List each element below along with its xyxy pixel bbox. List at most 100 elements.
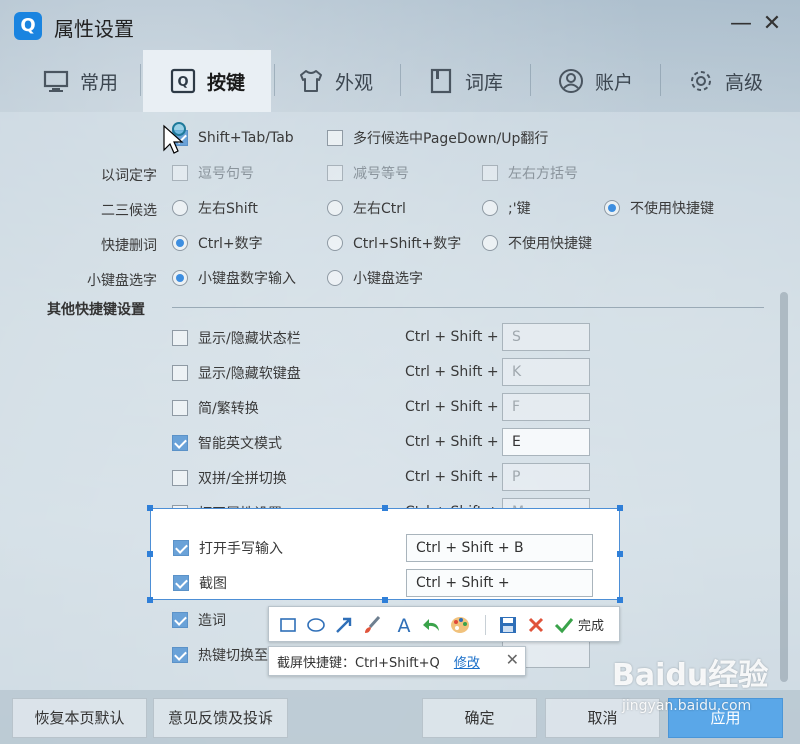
rectangle-tool-icon[interactable] bbox=[277, 614, 299, 636]
gear-icon bbox=[690, 71, 711, 91]
confirm-icon[interactable] bbox=[553, 614, 575, 636]
tab-appearance[interactable]: 外观 bbox=[280, 50, 390, 112]
screenshot-toolbar: A 完成 bbox=[268, 606, 620, 642]
hotkey-row-switch-to[interactable]: 热键切换至 bbox=[172, 644, 268, 666]
ctrl-num-radio[interactable] bbox=[172, 235, 188, 251]
resize-handle[interactable] bbox=[617, 505, 623, 511]
hotkey-row-statusbar[interactable]: 显示/隐藏状态栏 bbox=[172, 327, 301, 349]
quick-delete-option-none[interactable]: 不使用快捷键 bbox=[482, 232, 592, 254]
tip-text: 截屏快捷键：Ctrl+Shift+Q bbox=[277, 656, 440, 671]
hotkey-row-make-word[interactable]: 造词 bbox=[172, 609, 226, 631]
keypad-number-label: 小键盘数字输入 bbox=[198, 271, 296, 287]
quick-delete-none-radio[interactable] bbox=[482, 235, 498, 251]
cancel-icon[interactable] bbox=[525, 614, 547, 636]
quick-delete-option-ctrl-shift-num[interactable]: Ctrl+Shift+数字 bbox=[327, 232, 461, 254]
simp-trad-checkbox[interactable] bbox=[172, 400, 188, 416]
tab-account[interactable]: 账户 bbox=[540, 50, 650, 112]
keypad-number-radio[interactable] bbox=[172, 270, 188, 286]
resize-handle[interactable] bbox=[382, 597, 388, 603]
ctrl-shift-num-label: Ctrl+Shift+数字 bbox=[353, 236, 462, 252]
softkeyboard-key-input[interactable]: K bbox=[502, 358, 590, 386]
hotkey-row-softkeyboard[interactable]: 显示/隐藏软键盘 bbox=[172, 362, 301, 384]
hotkey-row-screenshot[interactable]: 截图 bbox=[173, 572, 227, 594]
ctrl-shift-num-radio[interactable] bbox=[327, 235, 343, 251]
resize-handle[interactable] bbox=[617, 597, 623, 603]
shuangpin-key-input[interactable]: P bbox=[502, 463, 590, 491]
no-hotkey-label: 不使用快捷键 bbox=[630, 201, 714, 217]
tab-appearance-label: 外观 bbox=[334, 71, 373, 94]
keys-settings-panel: Shift+Tab/Tab 多行候选中PageDown/Up翻行 以词定字 逗号… bbox=[0, 112, 800, 690]
palette-icon[interactable] bbox=[449, 614, 471, 636]
tab-advanced[interactable]: 高级 bbox=[670, 50, 780, 112]
scrollbar[interactable] bbox=[780, 122, 788, 682]
screenshot-selection[interactable]: 打开手写输入 Ctrl + Shift + B 截图 Ctrl + Shift … bbox=[150, 508, 620, 600]
watermark-logo: Baidu经验 bbox=[612, 658, 769, 693]
handwriting-key-input[interactable]: Ctrl + Shift + B bbox=[406, 534, 593, 562]
handwriting-checkbox[interactable] bbox=[173, 540, 189, 556]
monitor-icon bbox=[43, 70, 69, 92]
softkeyboard-label: 显示/隐藏软键盘 bbox=[198, 366, 301, 382]
lr-shift-radio[interactable] bbox=[172, 200, 188, 216]
modify-link[interactable]: 修改 bbox=[454, 656, 480, 671]
tab-account-label: 账户 bbox=[594, 71, 633, 94]
make-word-checkbox[interactable] bbox=[172, 612, 188, 628]
comma-period-label: 逗号句号 bbox=[198, 166, 254, 182]
tip-close-icon[interactable]: ✕ bbox=[506, 650, 519, 669]
tab-keys[interactable]: Q 按键 bbox=[143, 50, 271, 112]
scrollbar-thumb[interactable] bbox=[780, 292, 788, 682]
keypad-option-select[interactable]: 小键盘选字 bbox=[327, 267, 423, 289]
feedback-button[interactable]: 意见反馈及投诉 bbox=[153, 698, 288, 738]
bracket-checkbox bbox=[482, 165, 498, 181]
smart-english-key-input[interactable]: E bbox=[502, 428, 590, 456]
other-hotkeys-title: 其他快捷键设置 bbox=[47, 302, 145, 318]
second-third-option-semicolon[interactable]: ;'键 bbox=[482, 197, 531, 219]
shuangpin-label: 双拼/全拼切换 bbox=[198, 471, 287, 487]
ok-button[interactable]: 确定 bbox=[422, 698, 537, 738]
restore-defaults-button[interactable]: 恢复本页默认 bbox=[12, 698, 147, 738]
hotkey-row-handwriting[interactable]: 打开手写输入 bbox=[173, 537, 283, 559]
second-third-option-ctrl[interactable]: 左右Ctrl bbox=[327, 197, 406, 219]
tab-common[interactable]: 常用 bbox=[20, 50, 140, 112]
tab-dictionary[interactable]: 词库 bbox=[410, 50, 520, 112]
lr-ctrl-radio[interactable] bbox=[327, 200, 343, 216]
resize-handle[interactable] bbox=[382, 505, 388, 511]
brush-tool-icon[interactable] bbox=[361, 614, 383, 636]
text-tool-icon[interactable]: A bbox=[393, 614, 415, 636]
minimize-button[interactable]: — bbox=[727, 10, 755, 38]
screenshot-label: 截图 bbox=[199, 576, 227, 592]
hotkey-row-shuangpin[interactable]: 双拼/全拼切换 bbox=[172, 467, 287, 489]
keypad-option-number-input[interactable]: 小键盘数字输入 bbox=[172, 267, 296, 289]
save-icon[interactable] bbox=[497, 614, 519, 636]
hotkey-row-smart-english[interactable]: 智能英文模式 bbox=[172, 432, 282, 454]
resize-handle[interactable] bbox=[147, 597, 153, 603]
multi-page-option[interactable]: 多行候选中PageDown/Up翻行 bbox=[327, 127, 548, 149]
hotkey-row-simp-trad[interactable]: 简/繁转换 bbox=[172, 397, 259, 419]
smart-english-checkbox[interactable] bbox=[172, 435, 188, 451]
switch-to-checkbox[interactable] bbox=[172, 647, 188, 663]
shuangpin-checkbox[interactable] bbox=[172, 470, 188, 486]
resize-handle[interactable] bbox=[147, 505, 153, 511]
ellipse-tool-icon[interactable] bbox=[305, 614, 327, 636]
simp-trad-label: 简/繁转换 bbox=[198, 401, 259, 417]
undo-icon[interactable] bbox=[421, 614, 443, 636]
quick-delete-option-ctrl-num[interactable]: Ctrl+数字 bbox=[172, 232, 263, 254]
close-button[interactable]: ✕ bbox=[758, 10, 786, 38]
done-button[interactable]: 完成 bbox=[578, 615, 604, 634]
multi-page-checkbox[interactable] bbox=[327, 130, 343, 146]
statusbar-key-input[interactable]: S bbox=[502, 323, 590, 351]
second-third-option-shift[interactable]: 左右Shift bbox=[172, 197, 258, 219]
softkeyboard-checkbox[interactable] bbox=[172, 365, 188, 381]
screenshot-key-input[interactable]: Ctrl + Shift + bbox=[406, 569, 593, 597]
resize-handle[interactable] bbox=[617, 551, 623, 557]
statusbar-checkbox[interactable] bbox=[172, 330, 188, 346]
simp-trad-key-input[interactable]: F bbox=[502, 393, 590, 421]
resize-handle[interactable] bbox=[147, 551, 153, 557]
screenshot-checkbox[interactable] bbox=[173, 575, 189, 591]
app-logo-icon: Q bbox=[14, 12, 42, 40]
arrow-tool-icon[interactable] bbox=[333, 614, 355, 636]
keyboard-q-icon: Q bbox=[170, 68, 196, 94]
no-hotkey-radio[interactable] bbox=[604, 200, 620, 216]
semicolon-radio[interactable] bbox=[482, 200, 498, 216]
second-third-option-none[interactable]: 不使用快捷键 bbox=[604, 197, 714, 219]
keypad-select-radio[interactable] bbox=[327, 270, 343, 286]
